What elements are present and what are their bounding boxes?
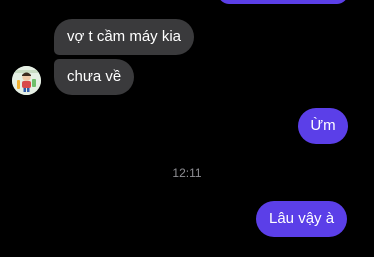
- message-text: vợ t cầm máy kia: [67, 28, 182, 45]
- outgoing-message-bubble[interactable]: Lâu vậy à: [256, 201, 348, 237]
- message-timestamp: 12:11: [172, 166, 202, 180]
- outgoing-message-bubble[interactable]: Ừm: [298, 108, 348, 144]
- message-text: Ừm: [310, 117, 336, 134]
- message-text: Lâu vậy à: [269, 210, 335, 227]
- avatar-icon: [12, 66, 41, 95]
- message-text: chưa về: [67, 68, 122, 85]
- incoming-message-bubble[interactable]: chưa về: [54, 59, 135, 95]
- chat-thread[interactable]: vợ t cầm máy kia chưa về Ừm 12:11 Lâu vậ…: [0, 0, 374, 257]
- contact-avatar[interactable]: [12, 66, 41, 95]
- outgoing-message-bubble-partial[interactable]: [218, 0, 348, 4]
- incoming-message-bubble[interactable]: vợ t cầm máy kia: [54, 19, 195, 55]
